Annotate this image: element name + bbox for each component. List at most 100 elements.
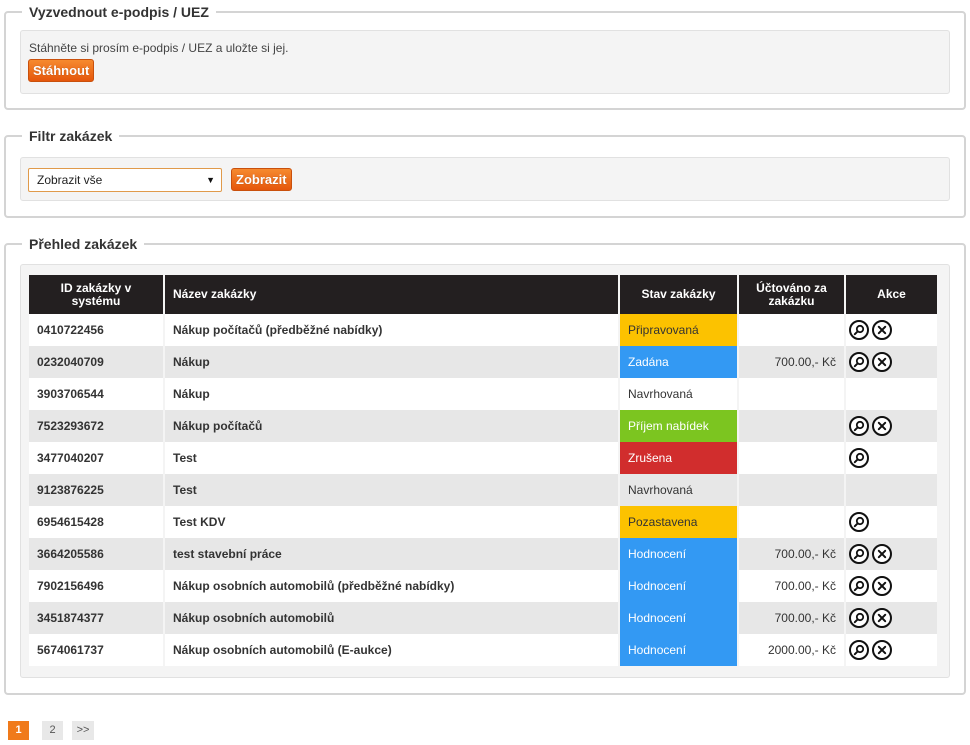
- order-name-cell: Nákup osobních automobilů: [165, 602, 618, 634]
- column-header-actions: Akce: [846, 275, 937, 314]
- order-status-cell: Zadána: [620, 346, 737, 378]
- table-row[interactable]: 3664205586 test stavební práce Hodnocení 70…: [29, 538, 937, 570]
- magnifier-icon[interactable]: [849, 448, 869, 468]
- column-header-status[interactable]: Stav zakázky: [620, 275, 737, 314]
- order-billed-cell: [739, 442, 844, 474]
- order-billed-cell: 700.00,- Kč: [739, 346, 844, 378]
- magnifier-icon[interactable]: [849, 352, 869, 372]
- order-actions-cell: [846, 506, 937, 538]
- order-id-cell: 5674061737: [29, 634, 163, 666]
- page-1-link[interactable]: 1: [8, 721, 29, 740]
- table-row[interactable]: 5674061737 Nákup osobních automobilů (E-a…: [29, 634, 937, 666]
- order-billed-cell: 2000.00,- Kč: [739, 634, 844, 666]
- magnifier-icon[interactable]: [849, 640, 869, 660]
- table-row[interactable]: 0410722456 Nákup počítačů (předběžné nabí…: [29, 314, 937, 346]
- table-row[interactable]: 9123876225 Test Navrhovaná: [29, 474, 937, 506]
- order-status-cell: Příjem nabídek: [620, 410, 737, 442]
- close-icon[interactable]: [872, 320, 892, 340]
- chevron-down-icon: ▼: [206, 175, 215, 185]
- order-status-cell: Navrhovaná: [620, 378, 737, 410]
- order-actions-cell: [846, 538, 937, 570]
- table-row[interactable]: 3451874377 Nákup osobních automobilů Hodno…: [29, 602, 937, 634]
- order-actions-cell: [846, 634, 937, 666]
- order-billed-cell: [739, 474, 844, 506]
- order-id-cell: 3451874377: [29, 602, 163, 634]
- order-name-cell: Nákup počítačů (předběžné nabídky): [165, 314, 618, 346]
- status-filter-value: Zobrazit vše: [37, 173, 103, 187]
- orders-table-body: 0410722456 Nákup počítačů (předběžné nabí…: [29, 314, 937, 666]
- order-name-cell: Test KDV: [165, 506, 618, 538]
- signature-message: Stáhněte si prosím e-podpis / UEZ a ulož…: [29, 41, 289, 55]
- order-actions-cell: [846, 602, 937, 634]
- column-header-billed[interactable]: Účtováno za zakázku: [739, 275, 844, 314]
- table-row[interactable]: 7902156496 Nákup osobních automobilů (pře…: [29, 570, 937, 602]
- order-billed-cell: [739, 378, 844, 410]
- order-id-cell: 0410722456: [29, 314, 163, 346]
- magnifier-icon[interactable]: [849, 576, 869, 596]
- order-name-cell: Test: [165, 442, 618, 474]
- order-actions-cell: [846, 346, 937, 378]
- table-row[interactable]: 7523293672 Nákup počítačů Příjem nabídek: [29, 410, 937, 442]
- order-name-cell: Nákup počítačů: [165, 410, 618, 442]
- filter-panel-box: Zobrazit vše ▼ Zobrazit: [20, 157, 950, 201]
- order-id-cell: 3664205586: [29, 538, 163, 570]
- magnifier-icon[interactable]: [849, 544, 869, 564]
- order-actions-cell: [846, 474, 937, 506]
- order-actions-cell: [846, 314, 937, 346]
- table-header-row: ID zakázky v systému Název zakázky Stav …: [29, 275, 937, 314]
- close-icon[interactable]: [872, 640, 892, 660]
- order-actions-cell: [846, 570, 937, 602]
- table-row[interactable]: 3477040207 Test Zrušena: [29, 442, 937, 474]
- column-header-name[interactable]: Název zakázky: [165, 275, 618, 314]
- filter-panel-legend: Filtr zakázek: [29, 128, 113, 144]
- order-billed-cell: 700.00,- Kč: [739, 602, 844, 634]
- show-button[interactable]: Zobrazit: [231, 168, 292, 191]
- table-row[interactable]: 0232040709 Nákup Zadána 700.00,- Kč: [29, 346, 937, 378]
- order-id-cell: 9123876225: [29, 474, 163, 506]
- order-name-cell: Nákup: [165, 346, 618, 378]
- order-status-cell: Pozastavena: [620, 506, 737, 538]
- magnifier-icon[interactable]: [849, 416, 869, 436]
- status-filter-select[interactable]: Zobrazit vše ▼: [28, 168, 222, 192]
- order-name-cell: Nákup: [165, 378, 618, 410]
- order-id-cell: 6954615428: [29, 506, 163, 538]
- order-billed-cell: 700.00,- Kč: [739, 538, 844, 570]
- close-icon[interactable]: [872, 576, 892, 596]
- order-name-cell: test stavební práce: [165, 538, 618, 570]
- column-header-id[interactable]: ID zakázky v systému: [29, 275, 163, 314]
- next-page-link[interactable]: >>: [72, 721, 94, 740]
- order-name-cell: Nákup osobních automobilů (předběžné nab…: [165, 570, 618, 602]
- order-id-cell: 3477040207: [29, 442, 163, 474]
- page-2-link[interactable]: 2: [42, 721, 63, 740]
- orders-panel-legend: Přehled zakázek: [29, 236, 138, 252]
- close-icon[interactable]: [872, 608, 892, 628]
- order-billed-cell: [739, 410, 844, 442]
- close-icon[interactable]: [872, 352, 892, 372]
- magnifier-icon[interactable]: [849, 512, 869, 532]
- order-billed-cell: 700.00,- Kč: [739, 570, 844, 602]
- order-actions-cell: [846, 442, 937, 474]
- order-status-cell: Hodnocení: [620, 538, 737, 570]
- table-row[interactable]: 6954615428 Test KDV Pozastavena: [29, 506, 937, 538]
- order-billed-cell: [739, 314, 844, 346]
- order-status-cell: Zrušena: [620, 442, 737, 474]
- signature-panel-legend: Vyzvednout e-podpis / UEZ: [29, 4, 209, 20]
- order-status-cell: Hodnocení: [620, 570, 737, 602]
- order-actions-cell: [846, 378, 937, 410]
- signature-panel-box: Stáhněte si prosím e-podpis / UEZ a ulož…: [20, 30, 950, 94]
- close-icon[interactable]: [872, 416, 892, 436]
- order-id-cell: 7523293672: [29, 410, 163, 442]
- order-name-cell: Nákup osobních automobilů (E-aukce): [165, 634, 618, 666]
- order-status-cell: Navrhovaná: [620, 474, 737, 506]
- order-status-cell: Připravovaná: [620, 314, 737, 346]
- close-icon[interactable]: [872, 544, 892, 564]
- download-button[interactable]: Stáhnout: [28, 59, 95, 82]
- order-id-cell: 3903706544: [29, 378, 163, 410]
- order-id-cell: 0232040709: [29, 346, 163, 378]
- table-row[interactable]: 3903706544 Nákup Navrhovaná: [29, 378, 937, 410]
- magnifier-icon[interactable]: [849, 320, 869, 340]
- order-name-cell: Test: [165, 474, 618, 506]
- order-billed-cell: [739, 506, 844, 538]
- magnifier-icon[interactable]: [849, 608, 869, 628]
- order-status-cell: Hodnocení: [620, 602, 737, 634]
